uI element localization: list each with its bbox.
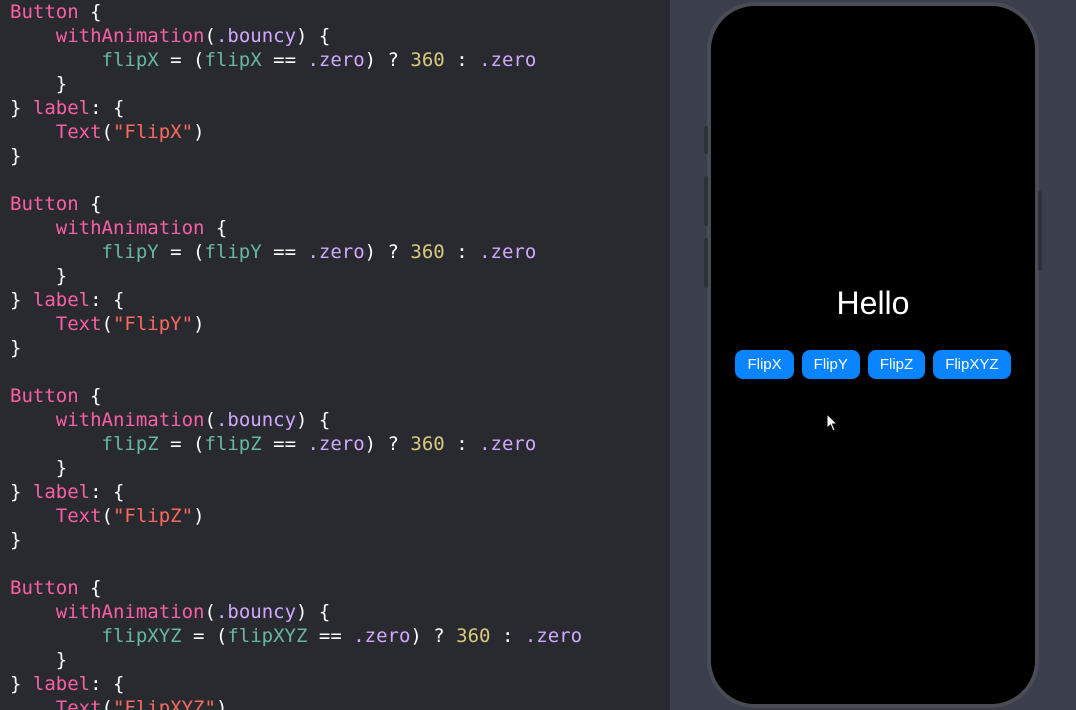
phone-volume-down xyxy=(704,238,708,288)
phone-power-button xyxy=(1038,191,1042,271)
phone-screen: Hello FlipX FlipY FlipZ FlipXYZ xyxy=(711,6,1035,704)
iphone-simulator: Hello FlipX FlipY FlipZ FlipXYZ xyxy=(707,2,1039,708)
preview-panel: Hello FlipX FlipY FlipZ FlipXYZ xyxy=(670,0,1076,710)
flipx-button[interactable]: FlipX xyxy=(735,350,793,379)
button-row: FlipX FlipY FlipZ FlipXYZ xyxy=(735,350,1010,379)
phone-side-button xyxy=(704,126,708,154)
code-editor[interactable]: Button { withAnimation(.bouncy) { flipX … xyxy=(0,0,670,710)
flipxyz-button[interactable]: FlipXYZ xyxy=(933,350,1010,379)
flipz-button[interactable]: FlipZ xyxy=(868,350,925,379)
phone-volume-up xyxy=(704,176,708,226)
hello-label: Hello xyxy=(837,285,910,322)
flipy-button[interactable]: FlipY xyxy=(802,350,860,379)
